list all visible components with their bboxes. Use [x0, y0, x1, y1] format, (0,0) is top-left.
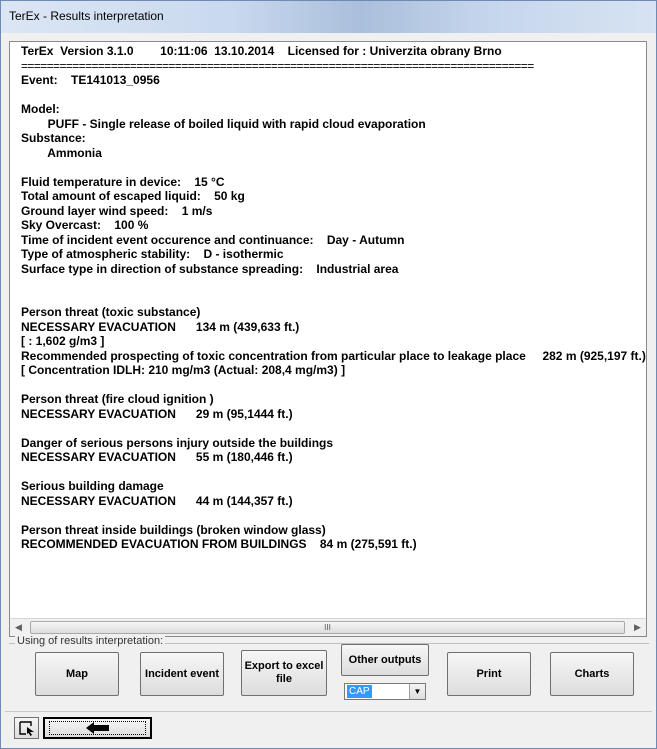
report-line: Ammonia: [21, 145, 102, 160]
print-button-label: Print: [476, 667, 502, 680]
report-text: TerEx Version 3.1.0 10:11:06 13.10.2014 …: [10, 42, 646, 618]
report-line: Total amount of escaped liquid: 50 kg: [21, 189, 245, 203]
report-line: Serious building damage: [21, 479, 164, 493]
view-icon: [18, 721, 34, 736]
map-button-label: Map: [66, 667, 88, 680]
report-line: ========================================…: [21, 58, 534, 73]
report-line: Person threat (fire cloud ignition ): [21, 392, 214, 406]
report-line: Model:: [21, 102, 60, 116]
incident-event-button-label: Incident event: [145, 667, 219, 680]
charts-button-label: Charts: [574, 667, 610, 680]
report-line: Person threat inside buildings (broken w…: [21, 522, 326, 537]
report-line: [ : 1,602 g/m3 ]: [21, 334, 105, 348]
export-excel-button[interactable]: Export to excel file: [241, 650, 327, 696]
report-line: Ground layer wind speed: 1 m/s: [21, 203, 213, 218]
scroll-right-icon[interactable]: ▶: [629, 619, 646, 636]
report-line: Type of atmospheric stability: D - isoth…: [21, 247, 284, 261]
scroll-left-icon[interactable]: ◀: [10, 619, 27, 636]
report-line: NECESSARY EVACUATION 134 m (439,633 ft.): [21, 319, 300, 334]
report-line: Event: TE141013_0956: [21, 73, 160, 87]
map-button[interactable]: Map: [35, 652, 119, 696]
outputs-select-value: CAP: [347, 685, 372, 698]
report-line: Time of incident event occurence and con…: [21, 232, 405, 247]
report-line: Recommended prospecting of toxic concent…: [21, 348, 646, 363]
outputs-select[interactable]: CAP ▼: [344, 683, 426, 700]
other-outputs-button-label: Other outputs: [348, 653, 422, 666]
bottom-divider: [5, 711, 652, 712]
report-line: Danger of serious persons injury outside…: [21, 435, 334, 450]
report-line: PUFF - Single release of boiled liquid w…: [21, 116, 426, 131]
report-line: [ Concentration IDLH: 210 mg/m3 (Actual:…: [21, 363, 346, 377]
incident-event-button[interactable]: Incident event: [140, 652, 224, 696]
horizontal-scrollbar[interactable]: ◀ III ▶: [10, 618, 646, 636]
charts-button[interactable]: Charts: [550, 652, 634, 696]
report-line: NECESSARY EVACUATION 55 m (180,446 ft.): [21, 450, 293, 464]
report-panel[interactable]: TerEx Version 3.1.0 10:11:06 13.10.2014 …: [9, 41, 647, 637]
report-line: Fluid temperature in device: 15 °C: [21, 174, 225, 189]
view-button[interactable]: [14, 717, 39, 739]
report-line: NECESSARY EVACUATION 44 m (144,357 ft.): [21, 493, 293, 508]
export-button-label-line1: Export to excel: [244, 660, 324, 672]
report-line: NECESSARY EVACUATION 29 m (95,1444 ft.): [21, 406, 293, 421]
report-line: RECOMMENDED EVACUATION FROM BUILDINGS 84…: [21, 537, 417, 551]
scroll-thumb[interactable]: III: [30, 621, 625, 634]
other-outputs-button[interactable]: Other outputs: [341, 644, 429, 676]
scroll-thumb-grip: III: [324, 623, 331, 632]
group-label: Using of results interpretation:: [15, 635, 166, 647]
title-bar: TerEx - Results interpretation: [1, 1, 656, 33]
print-button[interactable]: Print: [447, 652, 531, 696]
report-line: Surface type in direction of substance s…: [21, 261, 399, 276]
window-client-area: TerEx Version 3.1.0 10:11:06 13.10.2014 …: [5, 33, 652, 746]
back-button[interactable]: [43, 717, 152, 739]
report-line: Sky Overcast: 100 %: [21, 218, 149, 232]
window-title: TerEx - Results interpretation: [9, 9, 164, 23]
report-line: Person threat (toxic substance): [21, 305, 201, 319]
chevron-down-icon[interactable]: ▼: [409, 684, 425, 699]
export-button-label-line2: file: [276, 673, 292, 685]
report-line: TerEx Version 3.1.0 10:11:06 13.10.2014 …: [21, 44, 502, 58]
focus-rect: [49, 721, 146, 735]
report-line: Substance:: [21, 131, 86, 145]
results-interpretation-window: TerEx - Results interpretation TerEx Ver…: [0, 0, 657, 749]
